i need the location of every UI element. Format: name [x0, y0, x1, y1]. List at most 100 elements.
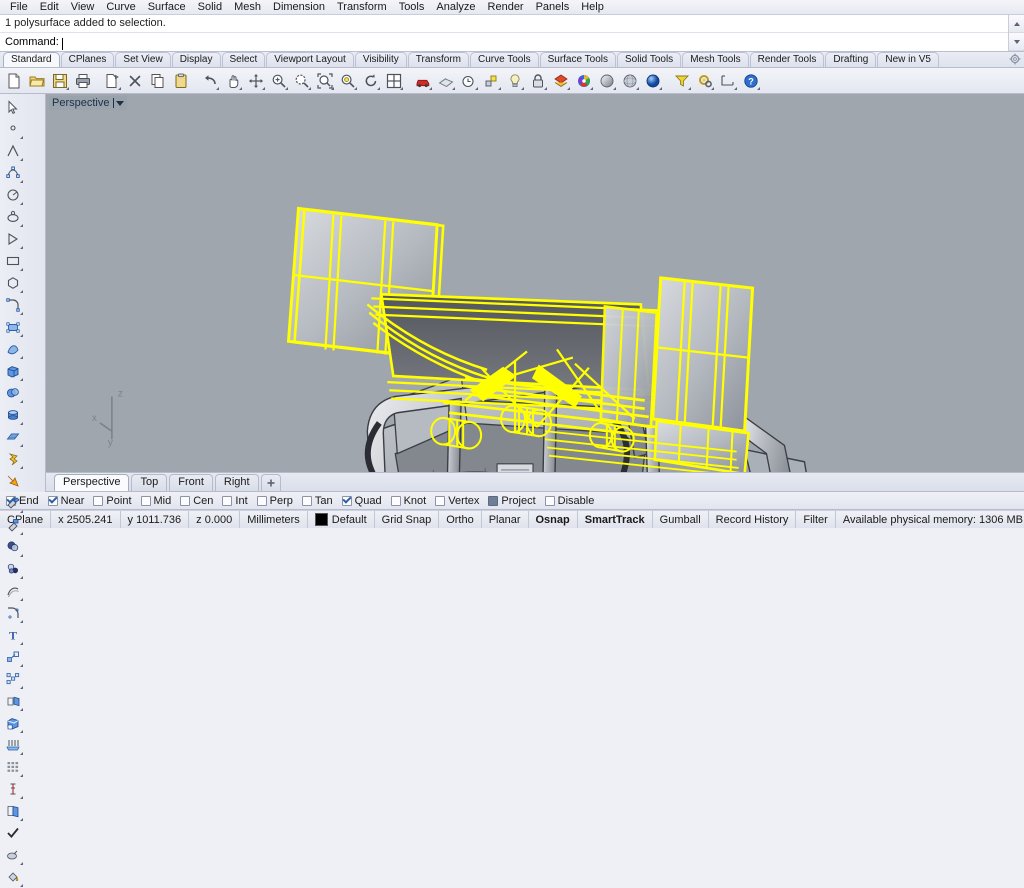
menu-item-dimension[interactable]: Dimension — [267, 1, 331, 14]
menu-item-render[interactable]: Render — [482, 1, 530, 14]
materials-button[interactable] — [435, 69, 457, 92]
zoom-selected-button[interactable] — [337, 69, 359, 92]
render-preview-button[interactable] — [412, 69, 434, 92]
osnap-tan[interactable]: Tan — [301, 495, 333, 507]
viewport-tab-front[interactable]: Front — [169, 474, 213, 491]
new-file-button[interactable] — [3, 69, 25, 92]
toolbar-tab-drafting[interactable]: Drafting — [825, 52, 877, 67]
render-button[interactable] — [1, 844, 24, 866]
fillet-surface-button[interactable] — [1, 602, 24, 624]
checkbox-tan[interactable] — [301, 495, 312, 506]
dimension-button[interactable] — [717, 69, 739, 92]
menu-item-file[interactable]: File — [4, 1, 34, 14]
menu-item-transform[interactable]: Transform — [331, 1, 393, 14]
print-button[interactable] — [72, 69, 94, 92]
surface-plane-button[interactable] — [1, 426, 24, 448]
cap-solid-button[interactable] — [1, 712, 24, 734]
menu-item-surface[interactable]: Surface — [142, 1, 192, 14]
options-button[interactable] — [694, 69, 716, 92]
point-button[interactable] — [1, 118, 24, 140]
split-button[interactable] — [1, 514, 24, 536]
dimension-linear-button[interactable] — [1, 778, 24, 800]
paint-bucket-button[interactable] — [1, 866, 24, 888]
check-button[interactable] — [1, 822, 24, 844]
osnap-mid[interactable]: Mid — [140, 495, 171, 507]
boolean-difference-button[interactable] — [1, 558, 24, 580]
toolbar-tab-viewport-layout[interactable]: Viewport Layout — [266, 52, 354, 67]
save-button[interactable] — [49, 69, 71, 92]
color-wheel-button[interactable] — [573, 69, 595, 92]
copy-button[interactable] — [147, 69, 169, 92]
toolbar-tab-cplanes[interactable]: CPlanes — [60, 52, 115, 67]
explode-button[interactable] — [1, 448, 24, 470]
osnap-point[interactable]: Point — [93, 495, 132, 507]
command-input[interactable] — [61, 35, 1009, 51]
viewport-tab-perspective[interactable]: Perspective — [54, 474, 130, 491]
osnap-vertex[interactable]: Vertex — [435, 495, 479, 507]
viewport-layout-button[interactable] — [383, 69, 405, 92]
arc-button[interactable] — [1, 184, 24, 206]
osnap-knot[interactable]: Knot — [390, 495, 426, 507]
osnap-project[interactable]: Project — [488, 495, 536, 507]
command-scrollbar[interactable] — [1008, 15, 1024, 51]
menu-item-curve[interactable]: Curve — [100, 1, 141, 14]
extrude-button[interactable] — [1, 734, 24, 756]
menu-item-tools[interactable]: Tools — [393, 1, 431, 14]
cylinder-button[interactable] — [1, 404, 24, 426]
checkbox-point[interactable] — [93, 495, 104, 506]
zoom-in-button[interactable] — [268, 69, 290, 92]
shaded-view-button[interactable] — [596, 69, 618, 92]
osnap-cen[interactable]: Cen — [180, 495, 213, 507]
toolbar-tab-set-view[interactable]: Set View — [115, 52, 171, 67]
rotate-view-button[interactable] — [360, 69, 382, 92]
zoom-dynamic-button[interactable] — [291, 69, 313, 92]
array-button[interactable] — [1, 668, 24, 690]
array-grid-button[interactable] — [1, 756, 24, 778]
layer-book-button[interactable] — [1, 800, 24, 822]
menu-item-mesh[interactable]: Mesh — [228, 1, 267, 14]
viewport-tab-top[interactable]: Top — [131, 474, 168, 491]
checkbox-perp[interactable] — [256, 495, 267, 506]
gear-icon[interactable] — [1009, 53, 1021, 68]
toolbar-tab-curve-tools[interactable]: Curve Tools — [469, 52, 539, 67]
viewport-tab-right[interactable]: Right — [214, 474, 259, 491]
osnap-int[interactable]: Int — [222, 495, 248, 507]
add-viewport-tab-button[interactable] — [260, 474, 281, 491]
viewport-title[interactable]: Perspective — [49, 96, 128, 110]
toolbar-tab-surface-tools[interactable]: Surface Tools — [539, 52, 616, 67]
checkbox-near[interactable] — [47, 495, 58, 506]
scroll-up-button[interactable] — [1009, 15, 1024, 33]
status-units[interactable]: Millimeters — [240, 511, 308, 528]
toolbar-tab-display[interactable]: Display — [171, 52, 221, 67]
chevron-down-icon[interactable] — [116, 100, 125, 106]
checkbox-disable[interactable] — [544, 495, 555, 506]
ellipse-button[interactable] — [1, 206, 24, 228]
light-button[interactable] — [504, 69, 526, 92]
paste-button[interactable] — [170, 69, 192, 92]
status-toggle-planar[interactable]: Planar — [482, 511, 529, 528]
status-toggle-filter[interactable]: Filter — [796, 511, 836, 528]
osnap-near[interactable]: Near — [47, 495, 84, 507]
status-toggle-osnap[interactable]: Osnap — [529, 511, 578, 528]
surface-loft-button[interactable] — [1, 338, 24, 360]
curve-button[interactable] — [1, 162, 24, 184]
history-button[interactable] — [458, 69, 480, 92]
checkbox-quad[interactable] — [341, 495, 352, 506]
status-toggle-ortho[interactable]: Ortho — [439, 511, 482, 528]
menu-item-analyze[interactable]: Analyze — [430, 1, 481, 14]
osnap-quad[interactable]: Quad — [341, 495, 382, 507]
checkbox-knot[interactable] — [390, 495, 401, 506]
toolbar-tab-solid-tools[interactable]: Solid Tools — [617, 52, 682, 67]
delete-button[interactable] — [124, 69, 146, 92]
menu-item-edit[interactable]: Edit — [34, 1, 65, 14]
status-layer[interactable]: Default — [308, 511, 375, 528]
osnap-disable[interactable]: Disable — [544, 495, 594, 507]
toolbar-tab-visibility[interactable]: Visibility — [354, 52, 407, 67]
boolean-union-button[interactable] — [1, 536, 24, 558]
osnap-perp[interactable]: Perp — [256, 495, 293, 507]
menu-item-solid[interactable]: Solid — [192, 1, 228, 14]
status-toggle-gumball[interactable]: Gumball — [653, 511, 709, 528]
scroll-down-button[interactable] — [1009, 33, 1024, 51]
perspective-viewport[interactable]: Perspective z x y — [46, 94, 1024, 473]
cut-button[interactable] — [101, 69, 123, 92]
